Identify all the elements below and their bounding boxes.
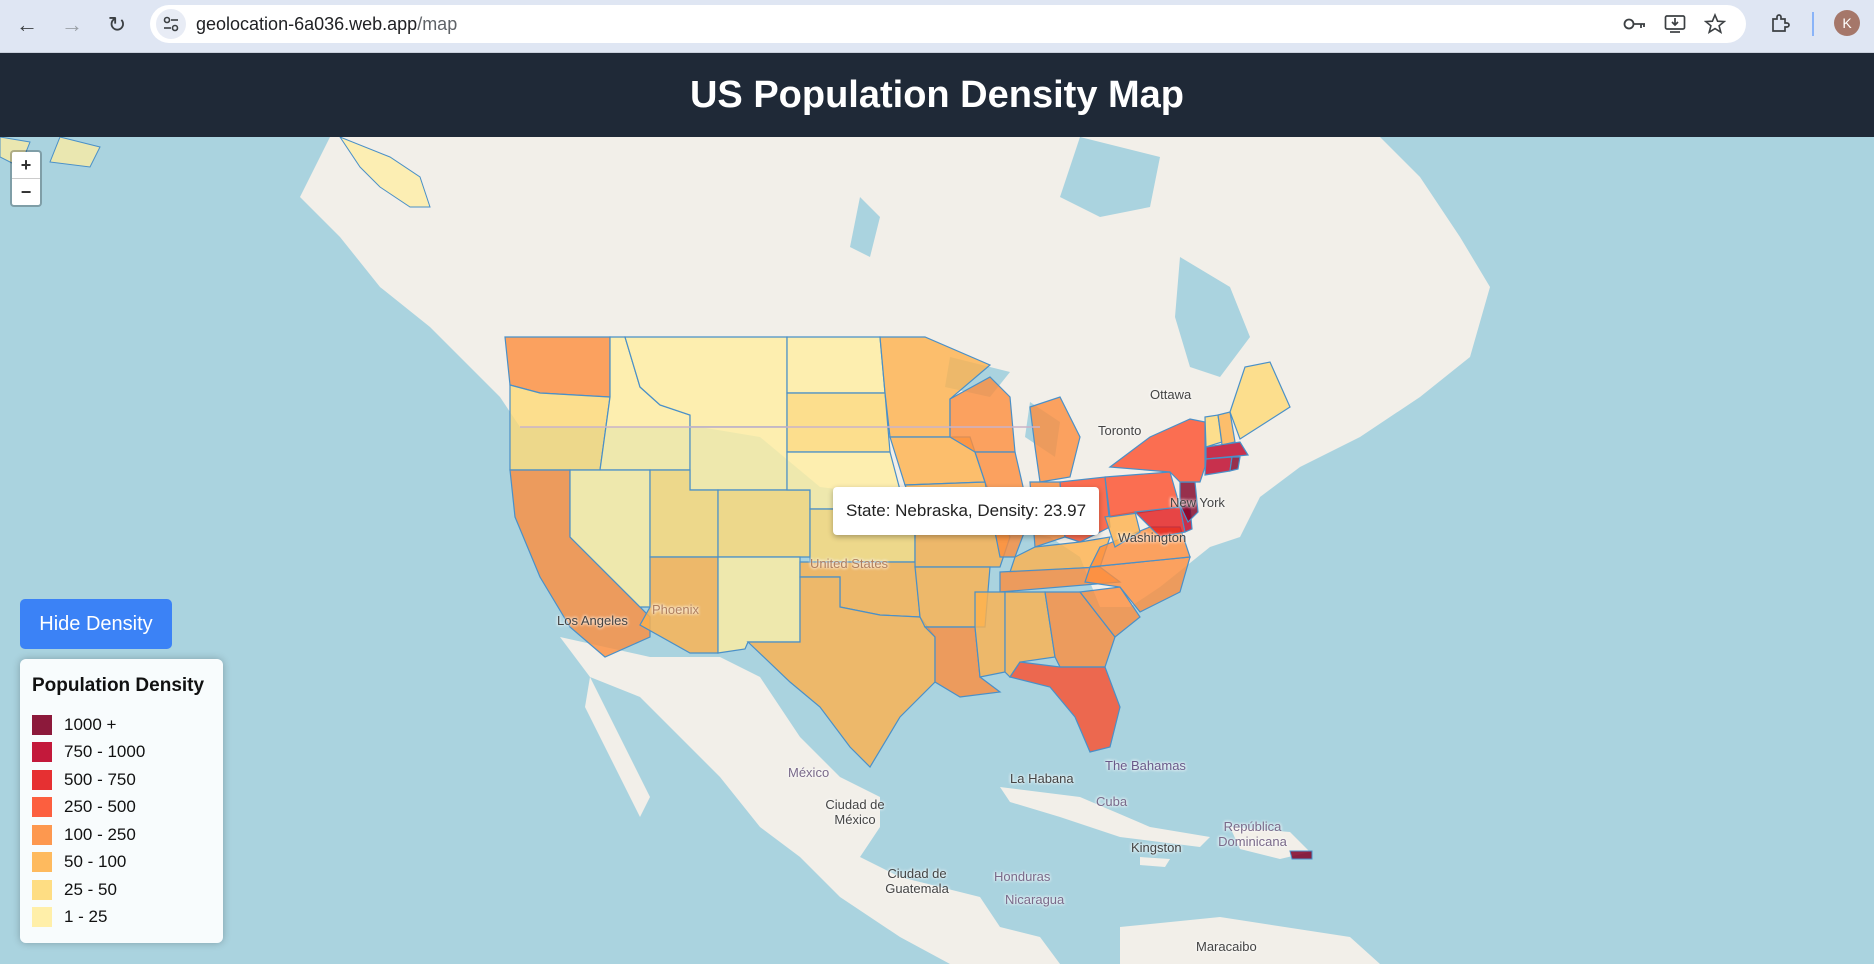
state-tooltip: State: Nebraska, Density: 23.97 bbox=[833, 487, 1100, 535]
hide-density-button[interactable]: Hide Density bbox=[20, 599, 172, 649]
legend-swatch bbox=[32, 742, 52, 763]
legend-swatch bbox=[32, 879, 52, 900]
state-colorado bbox=[717, 489, 811, 558]
legend-label: 750 - 1000 bbox=[64, 742, 146, 762]
label-nicaragua: Nicaragua bbox=[1005, 892, 1065, 907]
url-host: geolocation-6a036.web.app bbox=[196, 14, 418, 34]
state-rhode-island bbox=[1229, 456, 1241, 472]
label-republica-dominicana: República Dominicana bbox=[1218, 819, 1287, 849]
label-kingston: Kingston bbox=[1131, 840, 1182, 855]
browser-toolbar: ← → ↻ geolocation-6a036.web.app/map K bbox=[0, 0, 1874, 53]
legend-label: 500 - 750 bbox=[64, 769, 136, 789]
legend-swatch bbox=[32, 714, 52, 735]
label-mexico: México bbox=[788, 765, 830, 780]
puerto-rico bbox=[1289, 850, 1313, 860]
state-new-mexico bbox=[717, 556, 801, 654]
extensions-puzzle-icon[interactable] bbox=[1766, 10, 1794, 38]
label-la-habana: La Habana bbox=[1010, 771, 1074, 786]
install-app-icon[interactable] bbox=[1662, 11, 1688, 37]
label-new-york: New York bbox=[1170, 495, 1225, 510]
bookmark-star-icon[interactable] bbox=[1702, 11, 1728, 37]
password-key-icon[interactable] bbox=[1622, 11, 1648, 37]
density-legend: Population Density 1000 + 750 - 1000 500 -… bbox=[20, 659, 223, 943]
url-path: /map bbox=[417, 14, 458, 34]
zoom-out-button[interactable]: − bbox=[12, 179, 40, 205]
legend-item: 100 - 250 bbox=[32, 821, 211, 849]
label-los-angeles: Los Angeles bbox=[557, 613, 628, 628]
legend-list: 1000 + 750 - 1000 500 - 750 250 - 500 100 - … bbox=[32, 711, 211, 931]
zoom-in-button[interactable]: + bbox=[12, 152, 40, 179]
legend-label: 1000 + bbox=[64, 714, 117, 734]
label-cuba: Cuba bbox=[1096, 794, 1128, 809]
label-ciudad-de-guatemala: Ciudad de Guatemala bbox=[885, 866, 949, 896]
label-washington: Washington bbox=[1118, 530, 1187, 545]
legend-item: 1 - 25 bbox=[32, 904, 211, 932]
legend-swatch bbox=[32, 797, 52, 818]
legend-item: 25 - 50 bbox=[32, 876, 211, 904]
legend-item: 500 - 750 bbox=[32, 766, 211, 794]
label-toronto: Toronto bbox=[1098, 423, 1142, 438]
legend-swatch bbox=[32, 824, 52, 845]
legend-title: Population Density bbox=[32, 675, 205, 696]
label-honduras: Honduras bbox=[994, 869, 1051, 884]
label-ciudad-de-mexico: Ciudad de México bbox=[825, 797, 885, 827]
site-info-icon[interactable] bbox=[156, 9, 186, 39]
label-ottawa: Ottawa bbox=[1150, 387, 1192, 402]
legend-label: 25 - 50 bbox=[64, 879, 117, 899]
state-south-dakota bbox=[786, 392, 891, 453]
map-view[interactable]: Ottawa Toronto New York Washington Unite… bbox=[0, 137, 1874, 964]
legend-swatch bbox=[32, 769, 52, 790]
legend-swatch bbox=[32, 907, 52, 928]
legend-item: 250 - 500 bbox=[32, 794, 211, 822]
label-the-bahamas: The Bahamas bbox=[1105, 758, 1186, 773]
map-basemap bbox=[0, 137, 1874, 964]
state-north-dakota bbox=[786, 336, 886, 394]
legend-item: 750 - 1000 bbox=[32, 739, 211, 767]
legend-label: 100 - 250 bbox=[64, 824, 136, 844]
address-bar[interactable]: geolocation-6a036.web.app/map bbox=[150, 5, 1746, 43]
label-maracaibo: Maracaibo bbox=[1196, 939, 1257, 954]
label-phoenix: Phoenix bbox=[652, 602, 699, 617]
back-icon[interactable]: ← bbox=[10, 8, 44, 42]
legend-label: 50 - 100 bbox=[64, 852, 127, 872]
legend-label: 1 - 25 bbox=[64, 907, 108, 927]
label-united-states: United States bbox=[810, 556, 889, 571]
legend-label: 250 - 500 bbox=[64, 797, 136, 817]
url-text[interactable]: geolocation-6a036.web.app/map bbox=[196, 14, 457, 35]
page-title: US Population Density Map bbox=[689, 73, 1185, 116]
app-header: US Population Density Map bbox=[0, 53, 1874, 137]
legend-item: 50 - 100 bbox=[32, 849, 211, 877]
profile-avatar[interactable]: K bbox=[1834, 10, 1860, 36]
state-mississippi bbox=[974, 591, 1006, 678]
forward-icon[interactable]: → bbox=[55, 8, 89, 42]
reload-icon[interactable]: ↻ bbox=[100, 8, 134, 42]
state-wyoming bbox=[689, 426, 788, 491]
toolbar-divider bbox=[1812, 12, 1814, 36]
legend-swatch bbox=[32, 852, 52, 873]
zoom-control: + − bbox=[10, 150, 42, 207]
legend-item: 1000 + bbox=[32, 711, 211, 739]
